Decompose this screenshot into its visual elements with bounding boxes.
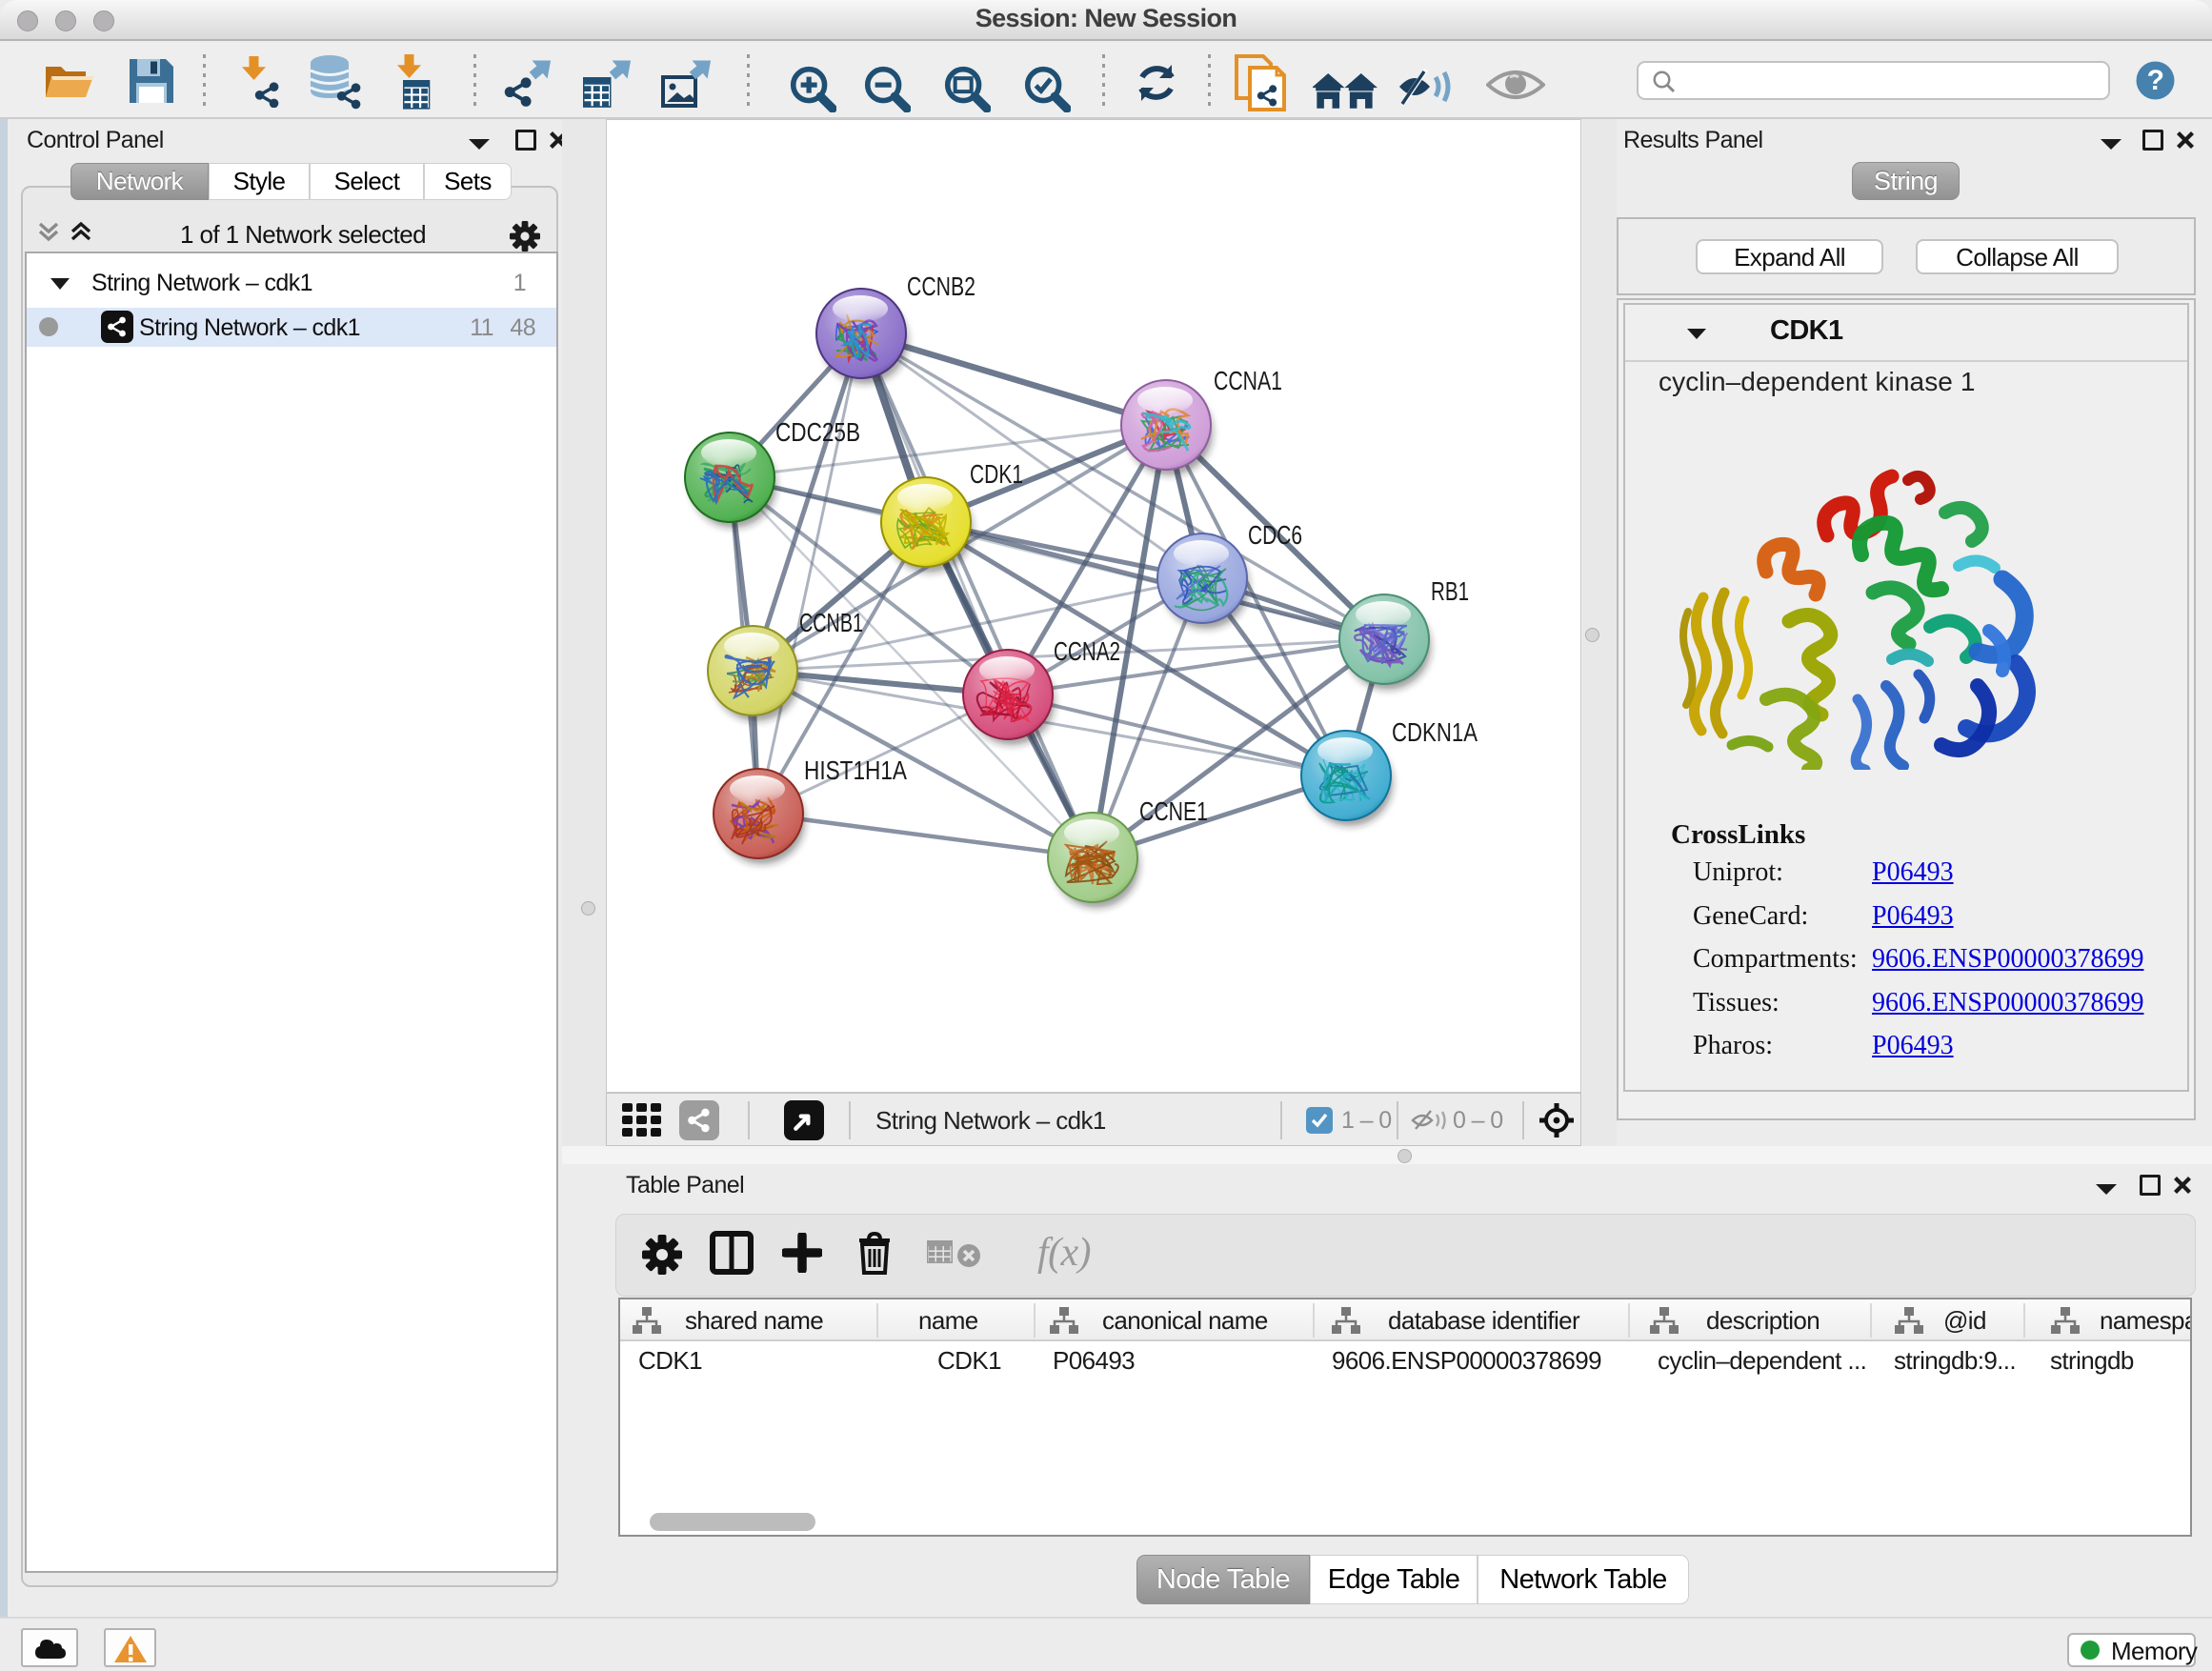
- svg-text:CDC6: CDC6: [1248, 520, 1302, 550]
- svg-text:CDK1: CDK1: [970, 459, 1023, 489]
- svg-text:CDKN1A: CDKN1A: [1392, 717, 1478, 747]
- svg-text:HIST1H1A: HIST1H1A: [804, 755, 907, 785]
- svg-text:CDC25B: CDC25B: [775, 417, 860, 447]
- svg-text:CCNB1: CCNB1: [799, 608, 863, 637]
- svg-text:CCNA1: CCNA1: [1214, 366, 1282, 395]
- svg-text:CCNA2: CCNA2: [1054, 636, 1120, 666]
- svg-text:?: ?: [2147, 65, 2164, 96]
- svg-text:CCNB2: CCNB2: [907, 272, 975, 301]
- svg-text:RB1: RB1: [1431, 576, 1469, 606]
- svg-text:CCNE1: CCNE1: [1139, 796, 1208, 826]
